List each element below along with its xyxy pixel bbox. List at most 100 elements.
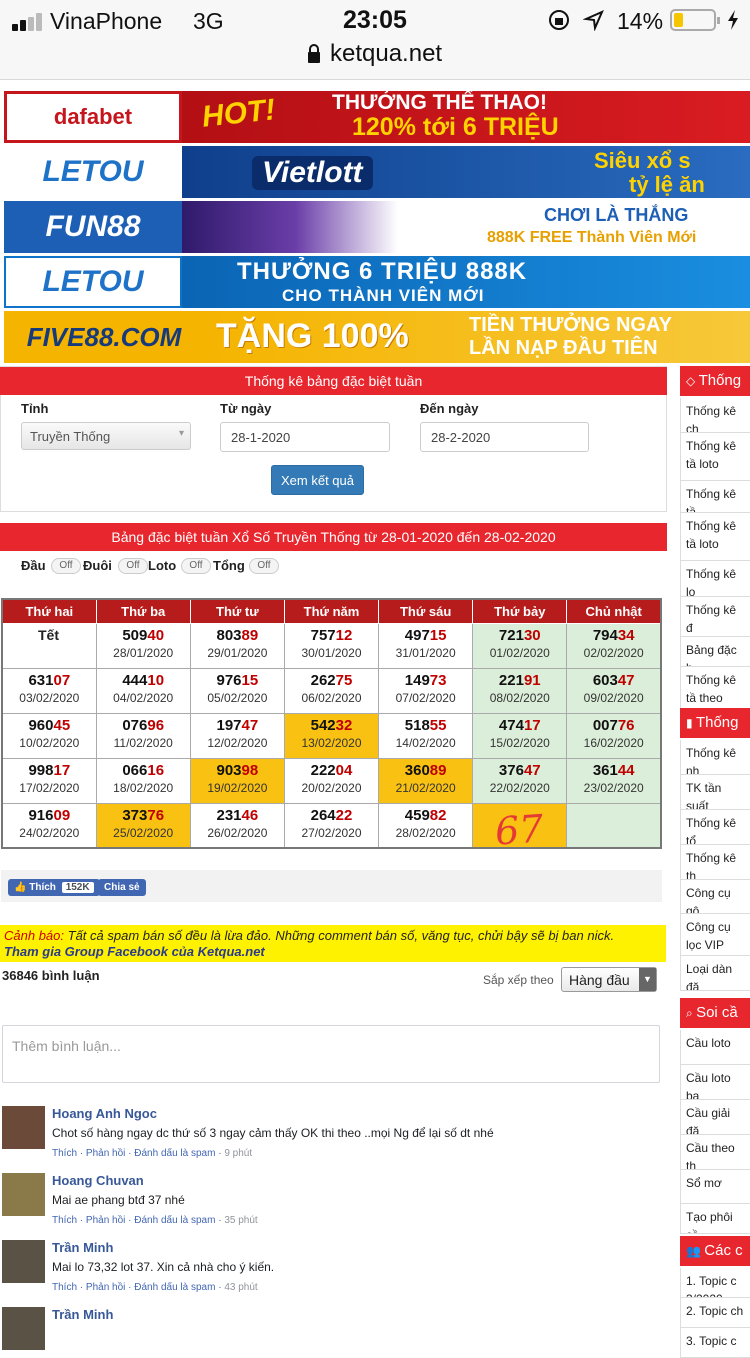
draw-date: 29/01/2020 xyxy=(207,645,268,660)
from-date-input[interactable]: 28-1-2020 xyxy=(220,422,390,452)
toggle-dau[interactable]: Off xyxy=(51,558,81,574)
view-results-button[interactable]: Xem kết quả xyxy=(271,465,364,495)
ad-banner-letou-vietlott[interactable]: LETOU Vietlott Siêu xổ s tỷ lệ ăn xyxy=(4,146,750,198)
last-two-digits: 40 xyxy=(147,626,165,644)
sidebar-item[interactable]: Thống kê tầ xyxy=(680,481,750,513)
dafabet-logo: dafabet xyxy=(4,91,182,143)
weekday-header: Thứ sáu xyxy=(378,598,474,624)
sidebar-item[interactable]: Sổ mơ xyxy=(680,1170,750,1204)
comment-action-links[interactable]: Thích · Phản hồi · Đánh dấu là spam · xyxy=(52,1282,224,1293)
ad-banner-five88[interactable]: FIVE88.COM TẶNG 100% TIỀN THƯỞNG NGAY LẦ… xyxy=(4,311,750,363)
special-prize-number: 22191 xyxy=(498,671,541,689)
special-prize-number: 06616 xyxy=(122,761,165,779)
special-prize-number: 37376 xyxy=(122,806,165,824)
sidebar-item[interactable]: TK tần suất xyxy=(680,775,750,810)
users-icon: 👥 xyxy=(686,1244,705,1258)
sidebar-section-header: ▮ Thống xyxy=(680,708,750,738)
sort-value: Hàng đầu xyxy=(569,972,630,988)
ad-banner-fun88[interactable]: FUN88 CHƠI LÀ THẮNG 888K FREE Thành Viên… xyxy=(4,201,750,253)
result-cell: 49715 31/01/2020 xyxy=(378,622,474,669)
comment-action-links[interactable]: Thích · Phản hồi · Đánh dấu là spam · xyxy=(52,1215,224,1226)
sidebar-item[interactable]: Cầu loto bạ xyxy=(680,1065,750,1100)
handwritten-note: 67 xyxy=(493,806,545,854)
result-cell: 23146 26/02/2020 xyxy=(189,802,285,849)
sidebar-item[interactable]: Thống kê tầ loto xyxy=(680,513,750,561)
social-bar: 👍 Thích 152K Chia sẻ xyxy=(1,870,662,902)
result-cell: 14973 07/02/2020 xyxy=(378,667,474,714)
ad-banner-letou[interactable]: LETOU THƯỞNG 6 TRIỆU 888K CHO THÀNH VIÊN… xyxy=(4,256,750,308)
special-prize-number: 79434 xyxy=(592,626,635,644)
province-select[interactable]: Truyền Thống ▾ xyxy=(21,422,191,450)
banner-text: TẶNG 100% xyxy=(216,317,409,355)
thumbs-up-icon: 👍 xyxy=(14,882,27,893)
result-title: Bảng đặc biệt tuần Xổ Số Truyền Thống từ… xyxy=(0,523,667,551)
sidebar-item[interactable]: Thống kê nh xyxy=(680,740,750,775)
sidebar-item[interactable]: 2. Topic ch xyxy=(680,1298,750,1328)
toggle-label-tong: Tổng xyxy=(213,558,245,573)
banner-text: TIỀN THƯỞNG NGAY xyxy=(469,314,672,336)
toggle-duoi[interactable]: Off xyxy=(118,558,148,574)
sidebar-item[interactable]: Thống kê lo xyxy=(680,561,750,597)
result-cell: 60347 09/02/2020 xyxy=(566,667,662,714)
last-two-digits: 17 xyxy=(523,716,541,734)
weekday-header: Thứ hai xyxy=(1,598,97,624)
sidebar-item[interactable]: Thống kê th xyxy=(680,845,750,880)
special-prize-number: 00776 xyxy=(592,716,635,734)
commenter-name[interactable]: Trần Minh xyxy=(52,1307,113,1322)
toggle-tong[interactable]: Off xyxy=(249,558,279,574)
comment-input[interactable]: Thêm bình luận... xyxy=(2,1025,660,1083)
special-prize-number: 07696 xyxy=(122,716,165,734)
result-cell xyxy=(566,802,662,849)
weekday-header: Thứ tư xyxy=(189,598,285,624)
last-two-digits: 91 xyxy=(523,671,541,689)
comment-actions[interactable]: Thích · Phản hồi · Đánh dấu là spam · 9 … xyxy=(52,1148,252,1159)
sort-select[interactable]: Hàng đầu ▼ xyxy=(561,967,657,992)
avatar[interactable] xyxy=(2,1240,45,1283)
last-two-digits: 16 xyxy=(147,761,165,779)
sidebar-item[interactable]: Thống kê ch xyxy=(680,398,750,433)
last-two-digits: 22 xyxy=(335,806,353,824)
sidebar-item[interactable]: Bảng đặc b xyxy=(680,637,750,667)
sidebar-item[interactable]: Thống kê tổ xyxy=(680,810,750,845)
avatar[interactable] xyxy=(2,1106,45,1149)
ad-banner-dafabet[interactable]: dafabet HOT! THƯỞNG THỂ THAO! 120% tới 6… xyxy=(4,91,750,143)
like-button[interactable]: 👍 Thích 152K xyxy=(8,879,100,896)
last-two-digits: 10 xyxy=(147,671,165,689)
sidebar-item[interactable]: Loại dàn đặ xyxy=(680,956,750,991)
special-prize-number: 72130 xyxy=(498,626,541,644)
chevron-down-icon: ▼ xyxy=(639,968,656,991)
share-button[interactable]: Chia sẻ xyxy=(98,879,146,896)
sidebar-item[interactable]: Thống kê tầ loto xyxy=(680,433,750,481)
comment-action-links[interactable]: Thích · Phản hồi · Đánh dấu là spam · xyxy=(52,1148,224,1159)
avatar[interactable] xyxy=(2,1173,45,1216)
sidebar-item[interactable]: Cầu theo th xyxy=(680,1135,750,1170)
sidebar-item[interactable]: 3. Topic c xyxy=(680,1328,750,1358)
last-two-digits: 30 xyxy=(523,626,541,644)
toggle-loto[interactable]: Off xyxy=(181,558,211,574)
comment-actions[interactable]: Thích · Phản hồi · Đánh dấu là spam · 43… xyxy=(52,1282,258,1293)
commenter-name[interactable]: Trần Minh xyxy=(52,1240,113,1255)
weekday-header: Chủ nhật xyxy=(566,598,662,624)
sidebar-item[interactable]: Tạo phôi cầ xyxy=(680,1204,750,1234)
result-cell: 22204 20/02/2020 xyxy=(283,757,380,804)
sidebar-item[interactable]: Cầu giải đặ xyxy=(680,1100,750,1135)
commenter-name[interactable]: Hoang Anh Ngoc xyxy=(52,1106,157,1121)
sidebar-item[interactable]: Công cụ lọc VIP xyxy=(680,914,750,956)
to-date-label: Đến ngày xyxy=(420,401,479,416)
special-prize-number: 90398 xyxy=(216,761,259,779)
banner-text: THƯỞNG THỂ THAO! xyxy=(332,91,547,114)
commenter-name[interactable]: Hoang Chuvan xyxy=(52,1173,144,1188)
sidebar-item[interactable]: Thống kê tầ theo Đặc Bi xyxy=(680,667,750,713)
sidebar-item[interactable]: Công cụ gộ xyxy=(680,880,750,914)
last-two-digits: 32 xyxy=(335,716,353,734)
sidebar-item[interactable]: 1. Topic c 3/2020 xyxy=(680,1268,750,1298)
sidebar-item[interactable]: Cầu loto xyxy=(680,1030,750,1065)
avatar[interactable] xyxy=(2,1307,45,1350)
to-date-input[interactable]: 28-2-2020 xyxy=(420,422,589,452)
facebook-group-link[interactable]: Tham gia Group Facebook của Ketqua.net xyxy=(4,944,265,959)
sidebar-item[interactable]: Thống kê đ xyxy=(680,597,750,637)
result-cell: 36144 23/02/2020 xyxy=(566,757,662,804)
address-bar-url[interactable]: ketqua.net xyxy=(330,40,442,68)
special-prize-number: 60347 xyxy=(592,671,635,689)
comment-actions[interactable]: Thích · Phản hồi · Đánh dấu là spam · 35… xyxy=(52,1215,258,1226)
